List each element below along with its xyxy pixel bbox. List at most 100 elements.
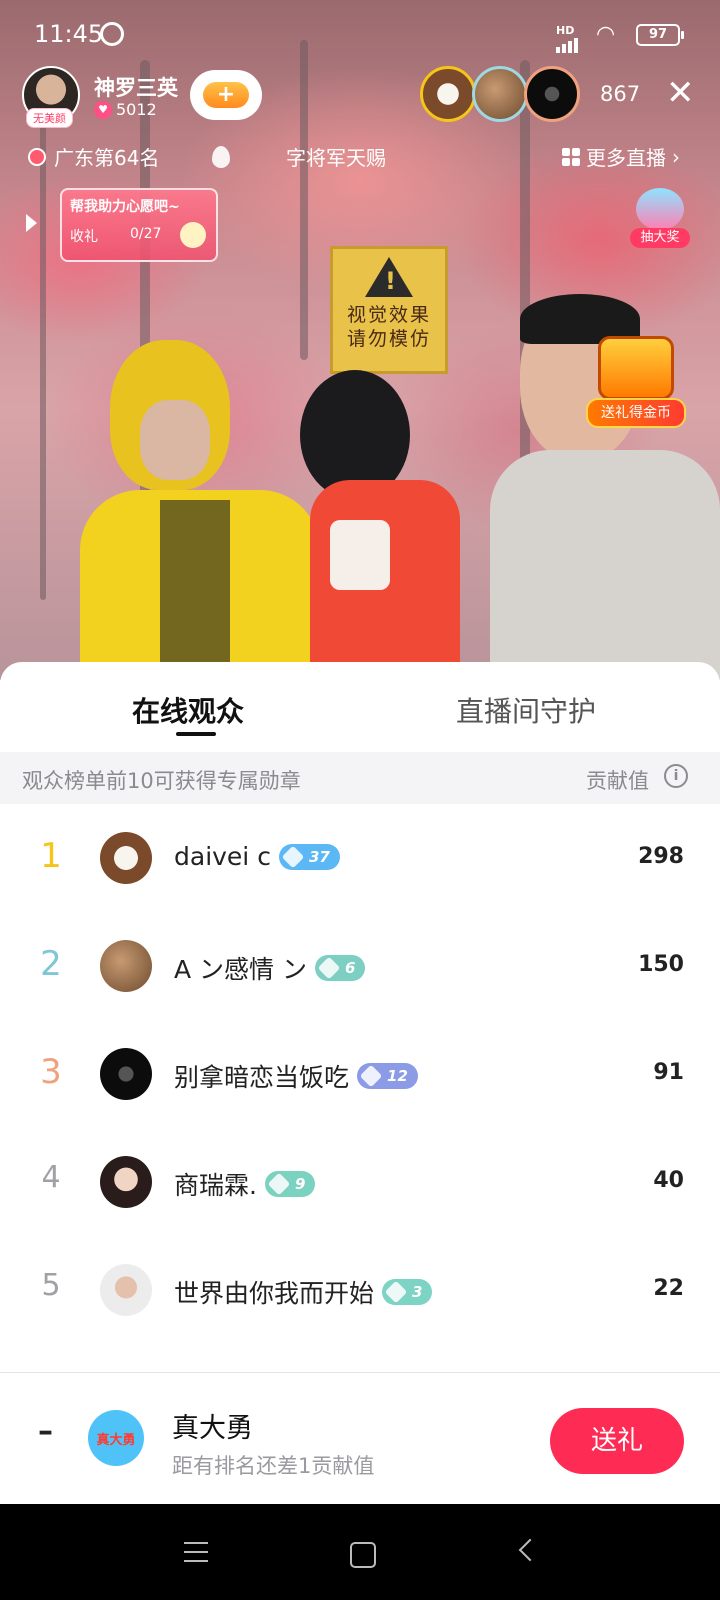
contribution-score: 22 — [653, 1276, 684, 1301]
chevron-right-icon: › — [672, 144, 680, 169]
sign-line-1: 视觉效果 — [346, 304, 431, 326]
chest-label: 送礼得金币 — [586, 398, 686, 428]
level-number: 9 — [294, 1175, 306, 1193]
rank-number: 1 — [40, 836, 62, 876]
host-likes: ♥ 5012 — [94, 100, 157, 119]
region-rank-label: 广东第64名 — [54, 146, 160, 170]
rank-number: 3 — [40, 1052, 62, 1092]
user-name: A ン感情 ン 6 — [174, 950, 366, 986]
tab-online-audience[interactable]: 在线观众 — [132, 690, 244, 730]
active-tab-indicator — [176, 732, 216, 736]
user-name-text: daivei c — [174, 842, 271, 871]
alarm-icon — [100, 22, 124, 46]
user-name: 别拿暗恋当饭吃 12 — [174, 1058, 418, 1094]
rank-number: 4 — [41, 1160, 61, 1195]
avatar[interactable] — [100, 940, 152, 992]
treasure-chest-icon — [598, 336, 674, 400]
wish-progress: 0/27 — [130, 226, 162, 242]
performer-monkey — [80, 340, 320, 680]
user-name: daivei c 37 — [174, 842, 340, 871]
user-name-text: 商瑞霖. — [174, 1171, 257, 1200]
ranking-notice: 观众榜单前10可获得专属勋章 贡献值 i — [0, 752, 720, 804]
contribution-score: 298 — [638, 844, 684, 869]
avatar[interactable] — [100, 1156, 152, 1208]
ranking-row[interactable]: 4 商瑞霖. 9 40 — [0, 1128, 720, 1236]
sheet-tabs: 在线观众 直播间守护 — [0, 662, 720, 752]
info-icon[interactable]: i — [664, 764, 688, 788]
more-live-label: 更多直播 — [586, 146, 666, 170]
rank-number: 2 — [40, 944, 62, 984]
host-tag: 无美颜 — [26, 108, 73, 128]
menu-icon[interactable] — [184, 1542, 208, 1569]
viewer-avatar-2[interactable] — [472, 66, 528, 122]
lottery-widget[interactable]: 抽大奖 — [630, 188, 690, 254]
my-rank-hint: 距有排名还差1贡献值 — [172, 1454, 375, 1478]
region-rank[interactable]: 广东第64名 — [28, 142, 159, 171]
level-badge: 12 — [357, 1063, 418, 1089]
clock-time: 11:45 — [34, 20, 104, 48]
contribution-score: 91 — [653, 1060, 684, 1085]
level-number: 6 — [345, 959, 356, 977]
user-name: 世界由你我而开始 3 — [174, 1274, 433, 1310]
viewer-avatar-3[interactable] — [524, 66, 580, 122]
close-icon[interactable]: ✕ — [666, 76, 695, 110]
my-rank: – — [38, 1414, 53, 1449]
lottery-icon — [636, 188, 684, 230]
host-name: 神罗三英 — [94, 76, 178, 100]
host-like-count: 5012 — [116, 100, 157, 119]
divider — [0, 1372, 720, 1373]
level-number: 12 — [387, 1067, 408, 1085]
grid-icon — [562, 147, 580, 166]
wish-card[interactable]: 帮我助力心愿吧~ 收礼 0/27 — [60, 188, 218, 262]
ranking-row[interactable]: 3 别拿暗恋当饭吃 12 91 — [0, 1020, 720, 1128]
heart-icon: ♥ — [94, 100, 112, 119]
user-name: 商瑞霖. 9 — [174, 1166, 316, 1202]
wish-label: 收礼 — [70, 229, 98, 245]
avatar[interactable] — [100, 832, 152, 884]
level-badge: 6 — [315, 955, 366, 981]
expand-arrow-icon[interactable] — [26, 214, 37, 232]
level-badge: 37 — [278, 843, 340, 870]
level-number: 37 — [308, 847, 330, 866]
fire-icon — [212, 146, 230, 168]
my-ranking-row: – 真大勇 真大勇 距有排名还差1贡献值 送礼 — [0, 1374, 720, 1504]
gem-icon — [359, 1064, 383, 1088]
status-bar: 11:45 HD ◠ 97 — [0, 0, 720, 64]
announcement-marquee: 字将军天赐 — [286, 146, 386, 170]
tab-guardians[interactable]: 直播间守护 — [456, 690, 596, 730]
send-gift-button[interactable]: 送礼 — [550, 1408, 684, 1474]
sign-line-2: 请勿模仿 — [346, 328, 431, 350]
contribution-score: 40 — [653, 1168, 684, 1193]
rank-number: 5 — [41, 1268, 61, 1303]
ranking-row[interactable]: 2 A ン感情 ン 6 150 — [0, 912, 720, 1020]
warning-sign: 视觉效果 请勿模仿 — [330, 246, 448, 374]
viewer-count[interactable]: 867 — [600, 82, 640, 106]
user-name-text: 世界由你我而开始 — [174, 1279, 375, 1308]
home-icon[interactable] — [350, 1542, 376, 1568]
signal-icon — [556, 34, 580, 53]
lottery-label: 抽大奖 — [630, 228, 690, 248]
contribution-score: 150 — [638, 952, 684, 977]
battery-icon: 97 — [636, 24, 684, 46]
viewer-avatar-1[interactable] — [420, 66, 476, 122]
gem-icon — [317, 956, 341, 980]
gem-icon — [281, 845, 305, 868]
my-avatar[interactable]: 真大勇 — [88, 1410, 144, 1466]
back-icon[interactable] — [518, 1538, 542, 1562]
notice-text: 观众榜单前10可获得专属勋章 — [22, 769, 301, 793]
wish-title: 帮我助力心愿吧~ — [70, 199, 180, 215]
wifi-icon: ◠ — [596, 22, 616, 47]
ranking-row[interactable]: 5 世界由你我而开始 3 22 — [0, 1236, 720, 1344]
gem-icon — [267, 1172, 291, 1196]
treasure-chest-widget[interactable]: 送礼得金币 — [586, 336, 686, 428]
avatar[interactable] — [100, 1048, 152, 1100]
gift-icon — [180, 222, 206, 248]
user-name-text: A ン感情 ン — [174, 955, 307, 984]
performer-middle — [290, 370, 460, 680]
audience-sheet: 在线观众 直播间守护 观众榜单前10可获得专属勋章 贡献值 i 1 daivei… — [0, 662, 720, 1504]
more-live-button[interactable]: 更多直播 › — [562, 142, 680, 171]
ranking-row[interactable]: 1 daivei c 37 298 — [0, 804, 720, 912]
avatar[interactable] — [100, 1264, 152, 1316]
level-badge: 3 — [382, 1279, 433, 1305]
follow-button[interactable]: + — [190, 70, 262, 120]
